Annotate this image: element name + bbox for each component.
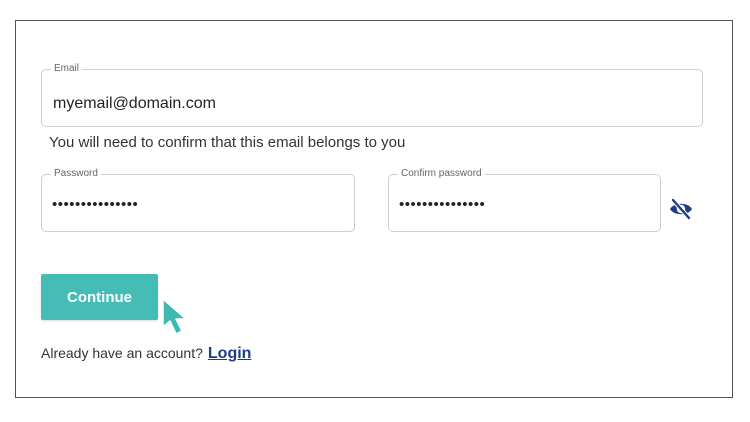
login-prompt: Already have an account? Login: [41, 343, 251, 364]
eye-slash-icon[interactable]: [666, 195, 696, 223]
email-field[interactable]: Email myemail@domain.com: [41, 62, 703, 127]
confirm-password-value: •••••••••••••••: [399, 196, 486, 213]
signup-card: Email myemail@domain.com You will need t…: [15, 20, 733, 398]
confirm-password-field[interactable]: Confirm password •••••••••••••••: [388, 167, 661, 232]
continue-button[interactable]: Continue: [41, 274, 158, 320]
confirm-password-label: Confirm password: [398, 167, 485, 181]
email-value: myemail@domain.com: [53, 95, 216, 112]
pointer-cursor-icon: [161, 297, 193, 337]
account-prompt-text: Already have an account?: [41, 345, 203, 361]
password-value: •••••••••••••••: [52, 196, 139, 213]
password-field[interactable]: Password •••••••••••••••: [41, 167, 355, 232]
email-label: Email: [51, 62, 83, 76]
password-label: Password: [51, 167, 101, 181]
login-link[interactable]: Login: [208, 345, 252, 362]
email-helper-text: You will need to confirm that this email…: [49, 134, 406, 151]
